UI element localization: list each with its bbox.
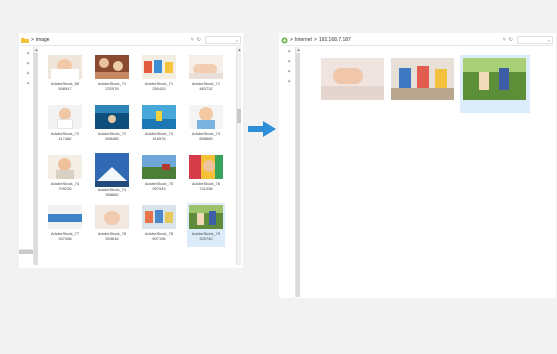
scroll-up-icon[interactable]: ▲ — [34, 47, 39, 52]
left-content-scrollbar[interactable]: ▲ — [236, 47, 241, 265]
toddler-thumbnail — [48, 105, 82, 129]
seascape-thumbnail — [48, 205, 82, 229]
landscape-thumbnail — [142, 155, 176, 179]
file-name: AdobeStock_78 553616 — [97, 231, 127, 241]
sleeping-baby-photo[interactable] — [321, 58, 384, 100]
file-item[interactable]: AdobeStock_71 232578 — [93, 53, 131, 97]
pin-icon[interactable]: ✶ — [287, 49, 291, 55]
file-item[interactable]: AdobeStock_74 709230 — [46, 153, 84, 197]
file-grid: AdobeStock_55 558547 AdobeStock_71 232578 … — [46, 53, 225, 247]
refresh-icon[interactable]: ↻ — [197, 37, 201, 43]
ocean-dive-thumbnail — [95, 105, 129, 129]
address-path[interactable]: image — [36, 37, 50, 43]
pin-icon[interactable]: ✶ — [26, 81, 30, 87]
file-name: AdobeStock_76 741258 — [191, 181, 221, 191]
kids-playroom-thumbnail — [142, 55, 176, 79]
sleeping-baby-thumbnail — [189, 55, 223, 79]
pin-icon[interactable]: ✶ — [287, 79, 291, 85]
address-separator: > — [313, 37, 317, 43]
family-thumbnail — [95, 55, 129, 79]
address-separator: > — [290, 37, 293, 43]
file-name: AdobeStock_74 958882 — [97, 187, 127, 197]
pin-icon[interactable]: ✶ — [26, 61, 30, 67]
file-name: AdobeStock_55 558547 — [50, 81, 80, 91]
file-item[interactable]: AdobeStock_78 697196 — [140, 203, 178, 247]
horizontal-scroll-thumb[interactable] — [19, 250, 33, 254]
scroll-thumb[interactable] — [237, 109, 241, 123]
scroll-thumb[interactable] — [34, 53, 38, 265]
pin-icon[interactable]: ✶ — [26, 71, 30, 77]
kids-outdoors-thumbnail — [189, 205, 223, 229]
search-input[interactable]: ⌕ — [205, 36, 241, 44]
scroll-thumb[interactable] — [296, 53, 300, 297]
file-item[interactable]: AdobeStock_78 553616 — [93, 203, 131, 247]
address-separator: > — [31, 37, 34, 43]
left-explorer-window: > image ˅ ↻ ⌕ ✶ ✶ ✶ ✶ ▲ AdobeStock_55 558… — [19, 33, 243, 268]
file-item[interactable]: AdobeStock_77 337458 — [46, 203, 84, 247]
folder-icon — [21, 38, 29, 43]
file-name: AdobeStock_72 117482 — [50, 131, 80, 141]
pin-icon[interactable]: ✶ — [287, 59, 291, 65]
address-location[interactable]: Internet — [295, 37, 312, 43]
file-name: AdobeStock_71 250420 — [144, 81, 174, 91]
file-item[interactable]: AdobeStock_72 117482 — [46, 103, 84, 147]
children-on-sofa-photo[interactable] — [391, 58, 454, 100]
file-item[interactable]: AdobeStock_55 558547 — [46, 53, 84, 97]
file-name: AdobeStock_77 337458 — [50, 231, 80, 241]
file-item[interactable]: AdobeStock_76 741258 — [187, 153, 225, 197]
right-nav-scrollbar[interactable]: ▲ — [295, 47, 300, 297]
left-address-bar[interactable]: > image ˅ ↻ ⌕ — [21, 35, 241, 46]
address-host[interactable]: 192.168.7.187 — [319, 37, 351, 43]
file-item[interactable]: AdobeStock_74 958882 — [93, 153, 131, 197]
file-item[interactable]: AdobeStock_75 097943 — [140, 153, 178, 197]
file-name: AdobeStock_71 483732 — [191, 81, 221, 91]
network-icon — [281, 37, 288, 43]
arrow-right-icon — [248, 121, 276, 137]
chevron-down-icon[interactable]: ˅ — [503, 37, 506, 43]
file-name: AdobeStock_75 097943 — [144, 181, 174, 191]
scroll-up-icon[interactable]: ▲ — [237, 47, 242, 52]
search-input[interactable]: ⌕ — [517, 36, 553, 44]
file-item[interactable]: AdobeStock_74 858689 — [187, 103, 225, 147]
file-item[interactable]: AdobeStock_72 898485 — [93, 103, 131, 147]
child-smiling-thumbnail — [48, 155, 82, 179]
surfing-thumbnail — [142, 105, 176, 129]
baby-portrait-thumbnail — [189, 105, 223, 129]
file-name: AdobeStock_72 898485 — [97, 131, 127, 141]
kids-on-couch-thumbnail — [142, 205, 176, 229]
left-horizontal-scrollbar[interactable] — [19, 249, 33, 254]
baby-crawling-thumbnail — [95, 205, 129, 229]
baby-thumbnail — [48, 55, 82, 79]
right-address-bar[interactable]: > Internet > 192.168.7.187 ˅ ↻ ⌕ — [281, 35, 553, 46]
search-icon: ⌕ — [547, 37, 550, 43]
colorful-kid-thumbnail — [189, 155, 223, 179]
left-quick-access: ✶ ✶ ✶ ✶ — [26, 51, 30, 87]
mountain-fuji-thumbnail — [95, 153, 129, 187]
right-explorer-window: > Internet > 192.168.7.187 ˅ ↻ ⌕ ✶ ✶ ✶ ✶… — [279, 33, 556, 298]
chevron-down-icon[interactable]: ˅ — [191, 37, 194, 43]
left-nav-scrollbar[interactable]: ▲ — [33, 47, 38, 265]
search-icon: ⌕ — [235, 37, 238, 43]
file-item[interactable]: AdobeStock_71 250420 — [140, 53, 178, 97]
file-item[interactable]: AdobeStock_71 483732 — [187, 53, 225, 97]
file-name: AdobeStock_74 709230 — [50, 181, 80, 191]
file-item-selected[interactable]: AdobeStock_79 320742 — [187, 203, 225, 247]
pin-icon[interactable]: ✶ — [26, 51, 30, 57]
scroll-up-icon[interactable]: ▲ — [296, 47, 301, 52]
file-name: AdobeStock_74 316576 — [144, 131, 174, 141]
kids-playing-outdoors-photo[interactable] — [463, 58, 526, 100]
refresh-icon[interactable]: ↻ — [509, 37, 513, 43]
pin-icon[interactable]: ✶ — [287, 69, 291, 75]
right-quick-access: ✶ ✶ ✶ ✶ — [287, 49, 291, 85]
file-item[interactable]: AdobeStock_74 316576 — [140, 103, 178, 147]
file-name: AdobeStock_74 858689 — [191, 131, 221, 141]
file-name: AdobeStock_71 232578 — [97, 81, 127, 91]
file-name: AdobeStock_79 320742 — [191, 231, 221, 241]
file-name: AdobeStock_78 697196 — [144, 231, 174, 241]
